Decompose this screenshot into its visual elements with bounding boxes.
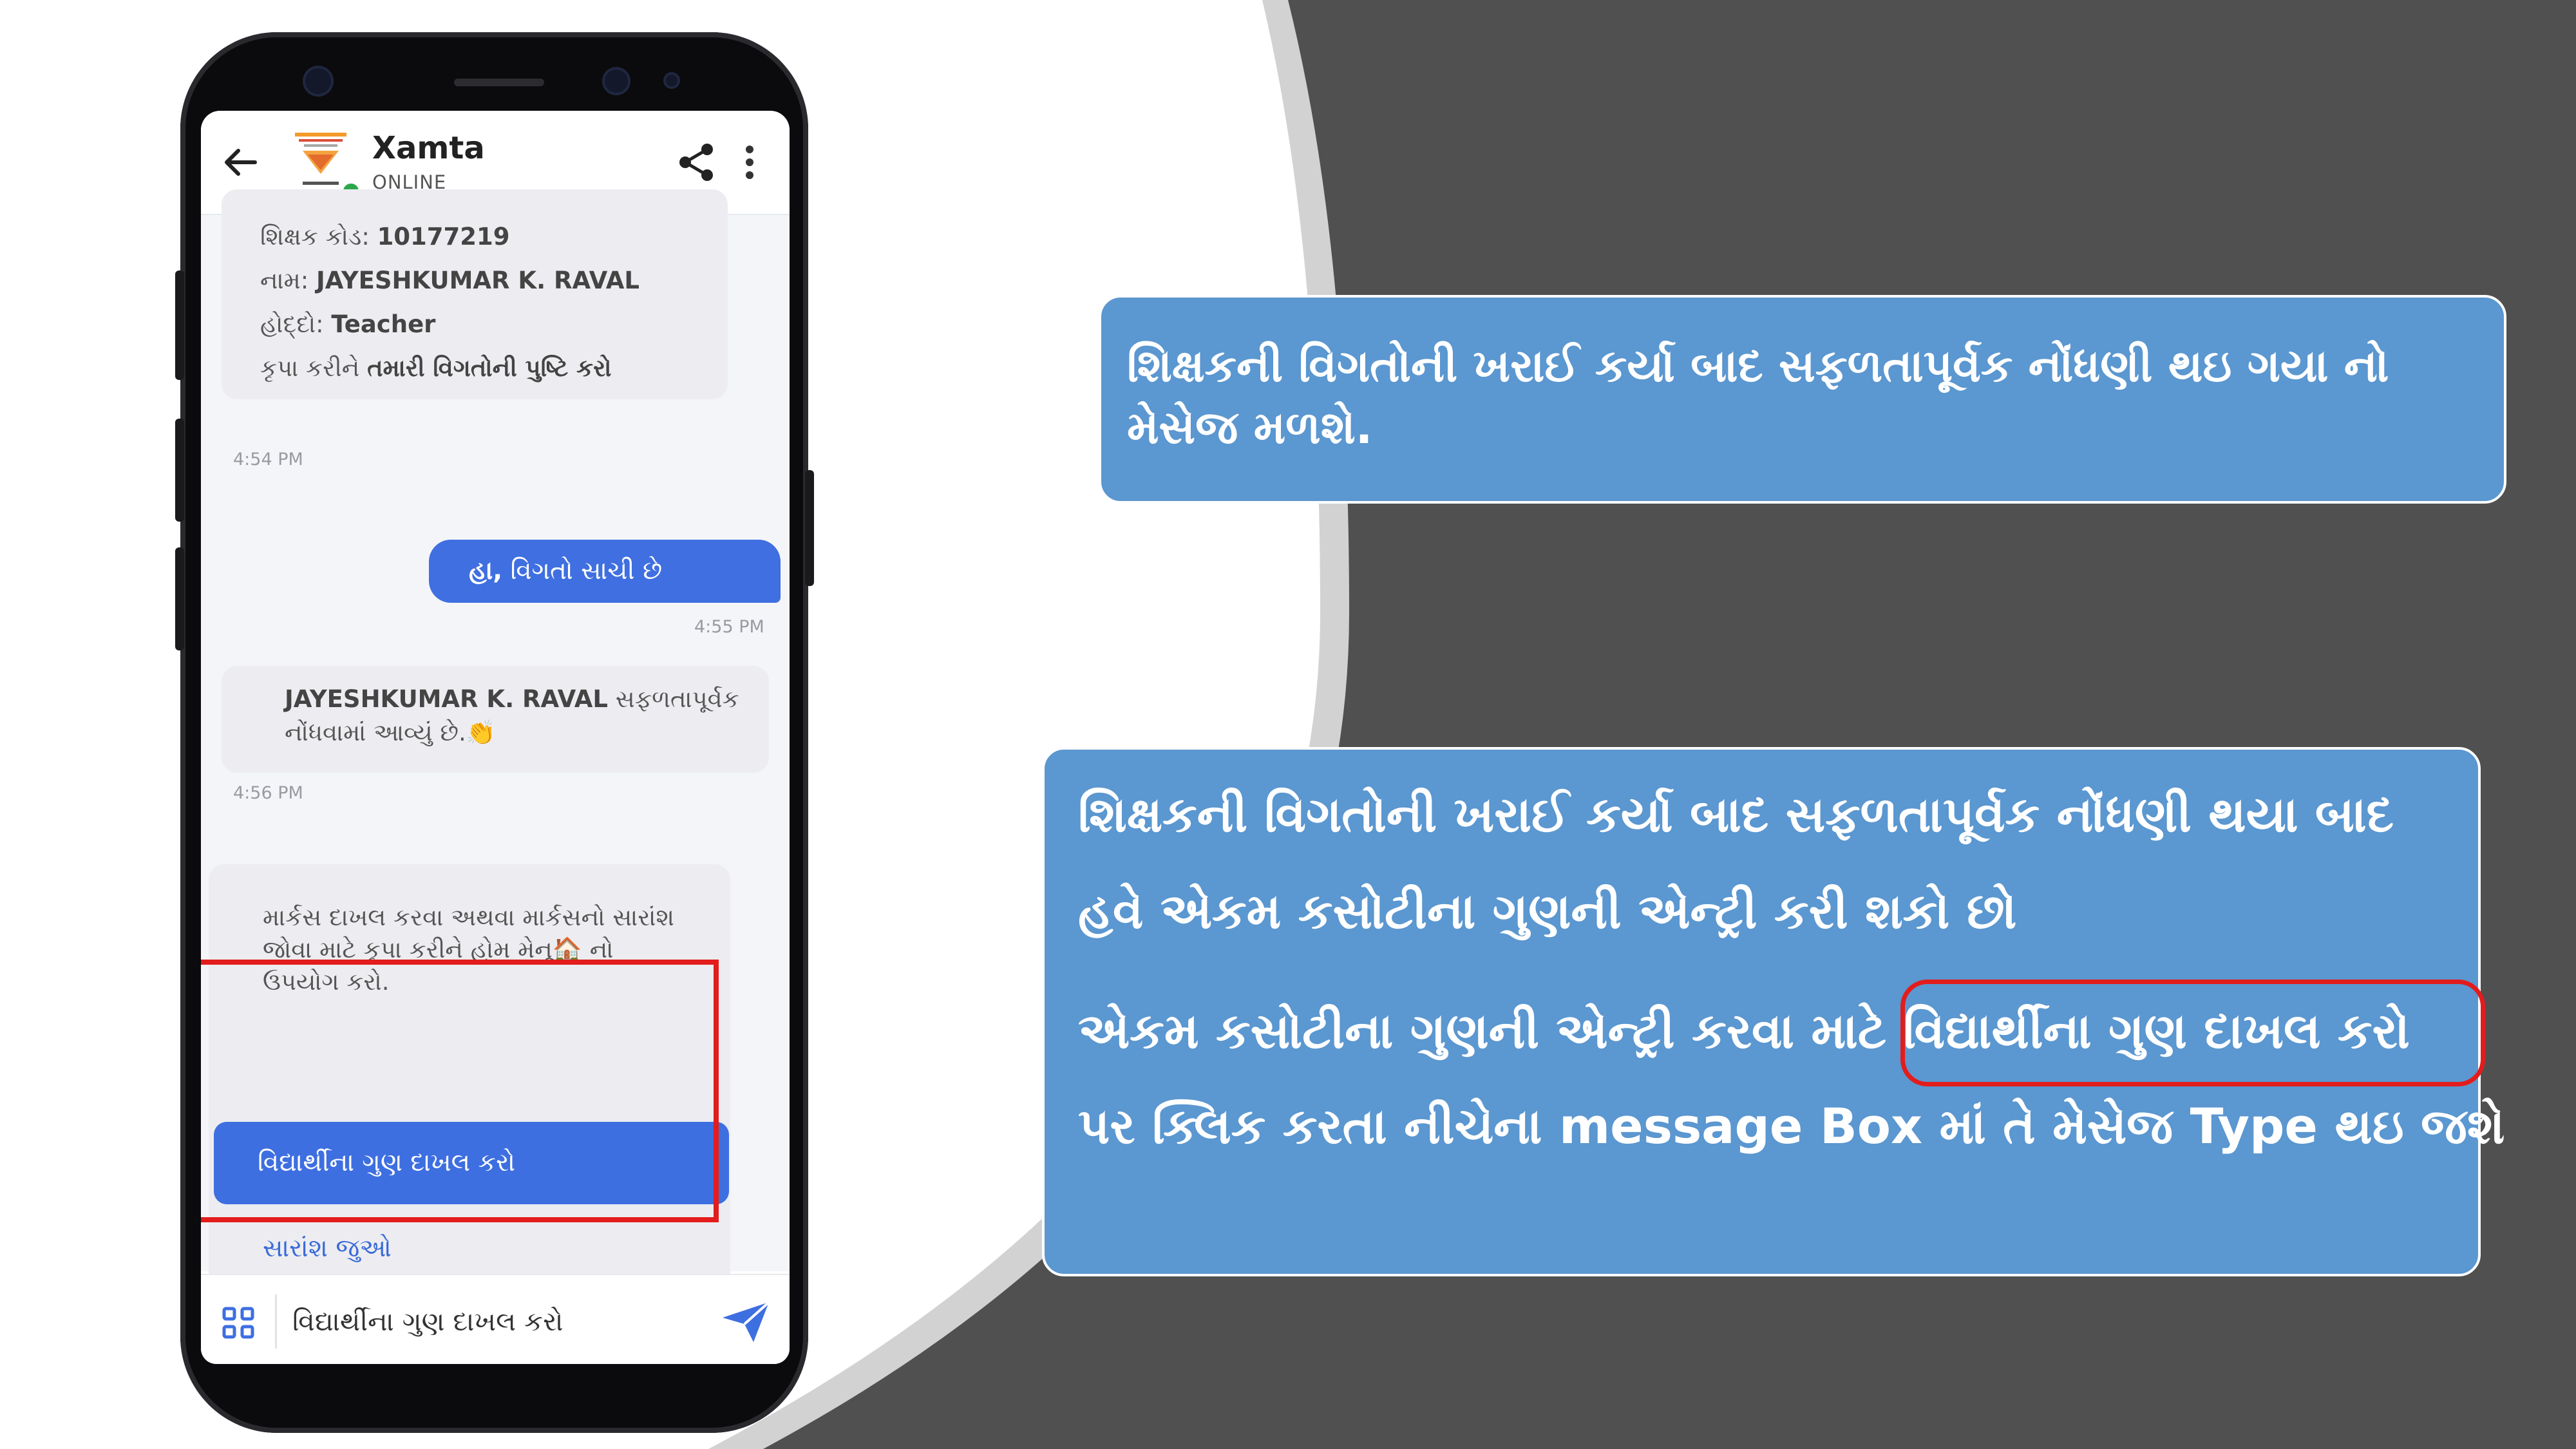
menu-grid-icon[interactable] [219,1303,258,1342]
teacher-name-value: JAYESHKUMAR K. RAVAL [316,267,639,294]
outgoing-message: હા, વિગતો સાચી છે [429,540,781,603]
incoming-message-details: શિક્ષક કોડ: 10177219 નામ: JAYESHKUMAR K.… [222,189,728,399]
incoming-message-success: JAYESHKUMAR K. RAVAL સફળતાપૂર્વક નોંધવામ… [222,666,769,773]
message-timestamp: 4:56 PM [233,783,303,803]
label-text: હોદ્દો: [260,310,324,338]
phone-screen: Xamta ONLINE શિક્ષક કોડ: 10177219 નામ: J… [201,111,790,1364]
back-arrow-icon[interactable] [215,137,267,188]
label-text: કૃપા કરીને [260,354,360,382]
message-line: JAYESHKUMAR K. RAVAL સફળતાપૂર્વક [285,683,769,716]
message-timestamp: 4:54 PM [233,450,303,469]
message-line: કૃપા કરીને તમારી વિગતોની પુષ્ટિ કરો [260,346,728,390]
label-text: શિક્ષક કોડ: [260,223,370,251]
phone-side-button [175,419,184,522]
teacher-code-value: 10177219 [377,223,510,251]
message-line: માર્કસ દાખલ કરવા અથવા માર્કસનો સારાંશ [263,904,674,931]
designation-value: Teacher [331,310,436,338]
earpiece-speaker [454,79,544,86]
success-text: સફળતાપૂર્વક [608,685,739,713]
sensor [663,72,680,89]
button-name-highlight [1900,980,2485,1086]
info-card-enter-marks: શિક્ષકની વિગતોની ખરાઈ કર્યા બાદ સફળતાપૂર… [1042,747,2505,1276]
registered-name: JAYESHKUMAR K. RAVAL [285,685,608,713]
chat-title: Xamta [372,130,485,166]
phone-mockup: Xamta ONLINE શિક્ષક કોડ: 10177219 નામ: J… [175,32,814,1433]
reply-bold-text: હા, [469,556,503,585]
message-composer [201,1274,790,1364]
info-card-registration-message: શિક્ષકની વિગતોની ખરાઈ કર્યા બાદ સફળતાપૂર… [1099,295,2506,504]
info-text-line: પર ક્લિક કરતા નીચેના message Box માં તે … [1078,1097,2505,1155]
phone-power-button [805,470,814,586]
message-line: નામ: JAYESHKUMAR K. RAVAL [260,259,728,303]
composer-divider [275,1294,277,1349]
info-text-line: હવે એકમ કસોટીના ગુણની એન્ટ્રી કરી શકો છો [1078,882,2017,940]
phone-side-button [175,547,184,650]
sensor [602,67,630,95]
message-line: શિક્ષક કોડ: 10177219 [260,215,728,259]
highlight-box [201,960,719,1222]
label-text: નામ: [260,267,309,294]
message-input[interactable] [291,1292,693,1351]
bot-logo-icon[interactable] [290,129,352,193]
chat-messages-area[interactable]: શિક્ષક કોડ: 10177219 નામ: JAYESHKUMAR K.… [201,189,790,1311]
success-text: નોંધવામાં આવ્યું છે. [285,719,466,746]
share-icon[interactable] [671,137,723,188]
confirm-prompt-value: તમારી વિગતોની પુષ્ટિ કરો [367,354,612,382]
reply-text: વિગતો સાચી છે [502,556,663,585]
message-line: નોંધવામાં આવ્યું છે.👏 [285,716,769,750]
info-text: શિક્ષકની વિગતોની ખરાઈ કર્યા બાદ સફળતાપૂર… [1127,339,2389,454]
message-line: હોદ્દો: Teacher [260,303,728,346]
send-icon[interactable] [720,1300,772,1345]
more-options-icon[interactable] [730,137,769,188]
view-summary-link[interactable]: સારાંશ જુઓ [263,1234,392,1263]
clap-emoji: 👏 [466,719,496,746]
front-camera [303,66,334,97]
message-timestamp: 4:55 PM [694,617,764,637]
info-text-line: શિક્ષકની વિગતોની ખરાઈ કર્યા બાદ સફળતાપૂર… [1078,786,2394,843]
phone-side-button [175,270,184,380]
